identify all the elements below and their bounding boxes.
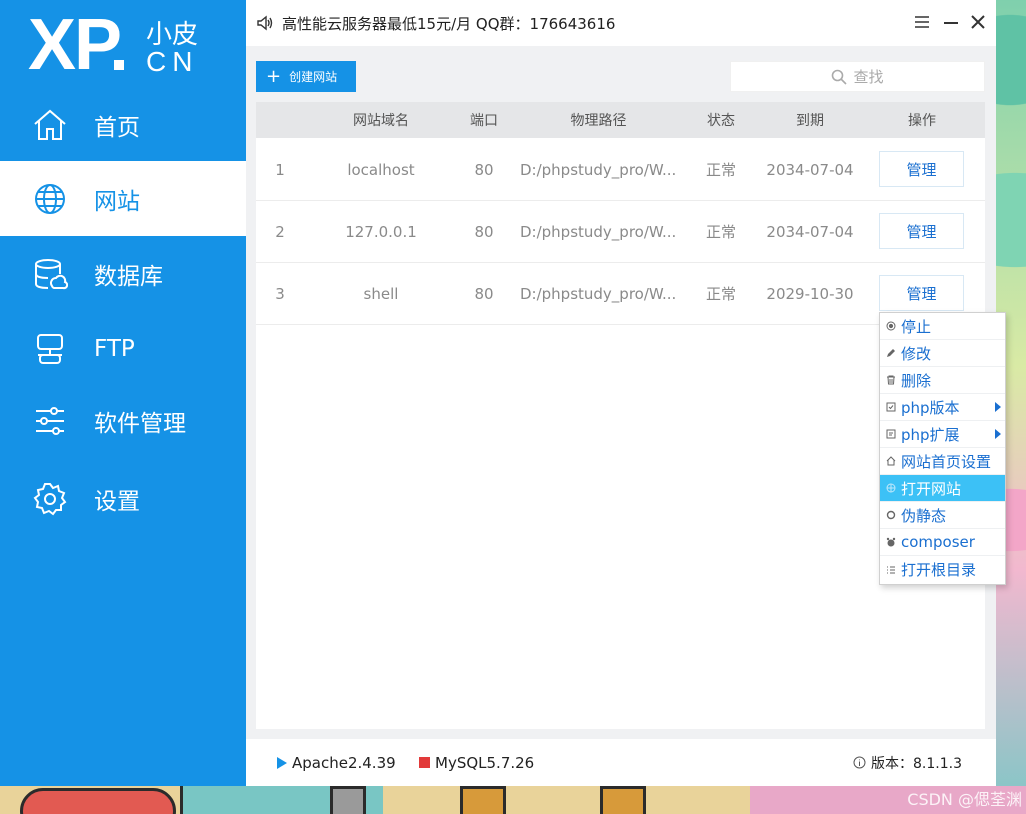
column-header-status: 状态 bbox=[707, 113, 735, 129]
column-header-action: 操作 bbox=[908, 113, 936, 129]
menu-item-stop[interactable]: 停止 bbox=[880, 313, 1005, 340]
stop-icon bbox=[885, 320, 897, 332]
sidebar-item-label: 设置 bbox=[94, 488, 140, 515]
trash-icon bbox=[885, 374, 897, 386]
sidebar-item-software[interactable]: 软件管理 bbox=[0, 383, 246, 458]
php-version-icon bbox=[885, 401, 897, 413]
menu-item-open-root-dir[interactable]: 打开根目录 bbox=[880, 556, 1005, 583]
home-icon bbox=[34, 109, 66, 140]
title-bar: 高性能云服务器最低15元/月 QQ群：176643616 bbox=[246, 0, 996, 46]
minimize-icon[interactable] bbox=[941, 12, 961, 32]
table-row[interactable]: 2 127.0.0.1 80 D:/phpstudy_pro/W... 正常 2… bbox=[256, 201, 985, 263]
info-icon bbox=[853, 756, 866, 769]
sidebar-item-label: 网站 bbox=[94, 188, 140, 215]
sidebar: XP 小皮 CN 首页 网站 数据库 FTP 软件管理 设置 bbox=[0, 0, 246, 786]
gear-icon bbox=[33, 482, 67, 515]
manage-button[interactable]: 管理 bbox=[879, 275, 964, 311]
database-icon bbox=[35, 258, 68, 289]
sidebar-item-ftp[interactable]: FTP bbox=[0, 311, 246, 386]
version-info: 版本：8.1.1.3 bbox=[853, 739, 962, 786]
logo: XP 小皮 CN bbox=[28, 5, 199, 85]
play-icon bbox=[277, 756, 287, 769]
column-header-expire: 到期 bbox=[796, 113, 824, 129]
sidebar-item-label: FTP bbox=[94, 335, 135, 362]
globe-icon bbox=[35, 183, 65, 214]
table-row[interactable]: 3 shell 80 D:/phpstudy_pro/W... 正常 2029-… bbox=[256, 263, 985, 325]
mysql-status[interactable]: MySQL5.7.26 bbox=[419, 739, 534, 786]
menu-item-php-extension[interactable]: php扩展 bbox=[880, 421, 1005, 448]
pencil-icon bbox=[885, 347, 897, 359]
home-small-icon bbox=[885, 455, 897, 467]
rewrite-icon bbox=[885, 509, 897, 521]
sidebar-item-home[interactable]: 首页 bbox=[0, 87, 246, 162]
menu-item-homepage-settings[interactable]: 网站首页设置 bbox=[880, 448, 1005, 475]
table-header: 网站域名 端口 物理路径 状态 到期 操作 bbox=[256, 102, 985, 138]
search-input[interactable]: 查找 bbox=[730, 61, 985, 92]
watermark: CSDN @偲荃渊 bbox=[907, 790, 1022, 809]
stop-square-icon bbox=[419, 757, 430, 768]
menu-item-edit[interactable]: 修改 bbox=[880, 340, 1005, 367]
globe-small-icon bbox=[885, 482, 897, 494]
sidebar-item-websites[interactable]: 网站 bbox=[0, 161, 246, 236]
submenu-arrow-icon bbox=[995, 429, 1001, 439]
menu-item-open-website[interactable]: 打开网站 bbox=[880, 475, 1005, 502]
apache-status[interactable]: Apache2.4.39 bbox=[276, 739, 396, 786]
menu-item-composer[interactable]: composer bbox=[880, 529, 1005, 556]
sliders-icon bbox=[36, 406, 64, 435]
website-manage-menu: 停止 修改 删除 php版本 php扩展 网站首页设置 打开网站 伪静态 com… bbox=[879, 312, 1006, 585]
desktop-wallpaper-strip bbox=[0, 786, 1026, 814]
sidebar-item-settings[interactable]: 设置 bbox=[0, 461, 246, 536]
sidebar-item-label: 软件管理 bbox=[94, 410, 186, 437]
menu-item-rewrite[interactable]: 伪静态 bbox=[880, 502, 1005, 529]
table-row[interactable]: 1 localhost 80 D:/phpstudy_pro/W... 正常 2… bbox=[256, 139, 985, 201]
create-website-button[interactable]: + 创建网站 bbox=[256, 61, 356, 92]
menu-item-delete[interactable]: 删除 bbox=[880, 367, 1005, 394]
status-bar: Apache2.4.39 MySQL5.7.26 版本：8.1.1.3 bbox=[246, 739, 996, 786]
plus-icon: + bbox=[266, 65, 282, 87]
list-icon bbox=[885, 564, 897, 576]
app-window: XP 小皮 CN 首页 网站 数据库 FTP 软件管理 设置 高性能云服务器最低… bbox=[0, 0, 996, 786]
menu-icon[interactable] bbox=[912, 12, 932, 32]
column-header-port: 端口 bbox=[470, 113, 498, 129]
sidebar-item-label: 首页 bbox=[94, 114, 140, 141]
websites-panel: + 创建网站 查找 网站域名 端口 物理路径 状态 到期 操作 1 localh… bbox=[256, 56, 985, 729]
speaker-icon bbox=[257, 15, 273, 31]
composer-icon bbox=[885, 536, 897, 548]
search-icon bbox=[832, 69, 848, 85]
column-header-domain: 网站域名 bbox=[353, 113, 409, 129]
manage-button[interactable]: 管理 bbox=[879, 213, 964, 249]
sidebar-item-label: 数据库 bbox=[94, 263, 163, 290]
php-extension-icon bbox=[885, 428, 897, 440]
menu-item-php-version[interactable]: php版本 bbox=[880, 394, 1005, 421]
announcement-text[interactable]: 高性能云服务器最低15元/月 QQ群：176643616 bbox=[282, 13, 615, 34]
submenu-arrow-icon bbox=[995, 402, 1001, 412]
ftp-icon bbox=[37, 333, 63, 364]
column-header-path: 物理路径 bbox=[570, 113, 627, 129]
manage-button[interactable]: 管理 bbox=[879, 151, 964, 187]
sidebar-item-database[interactable]: 数据库 bbox=[0, 236, 246, 311]
close-icon[interactable] bbox=[968, 12, 988, 32]
